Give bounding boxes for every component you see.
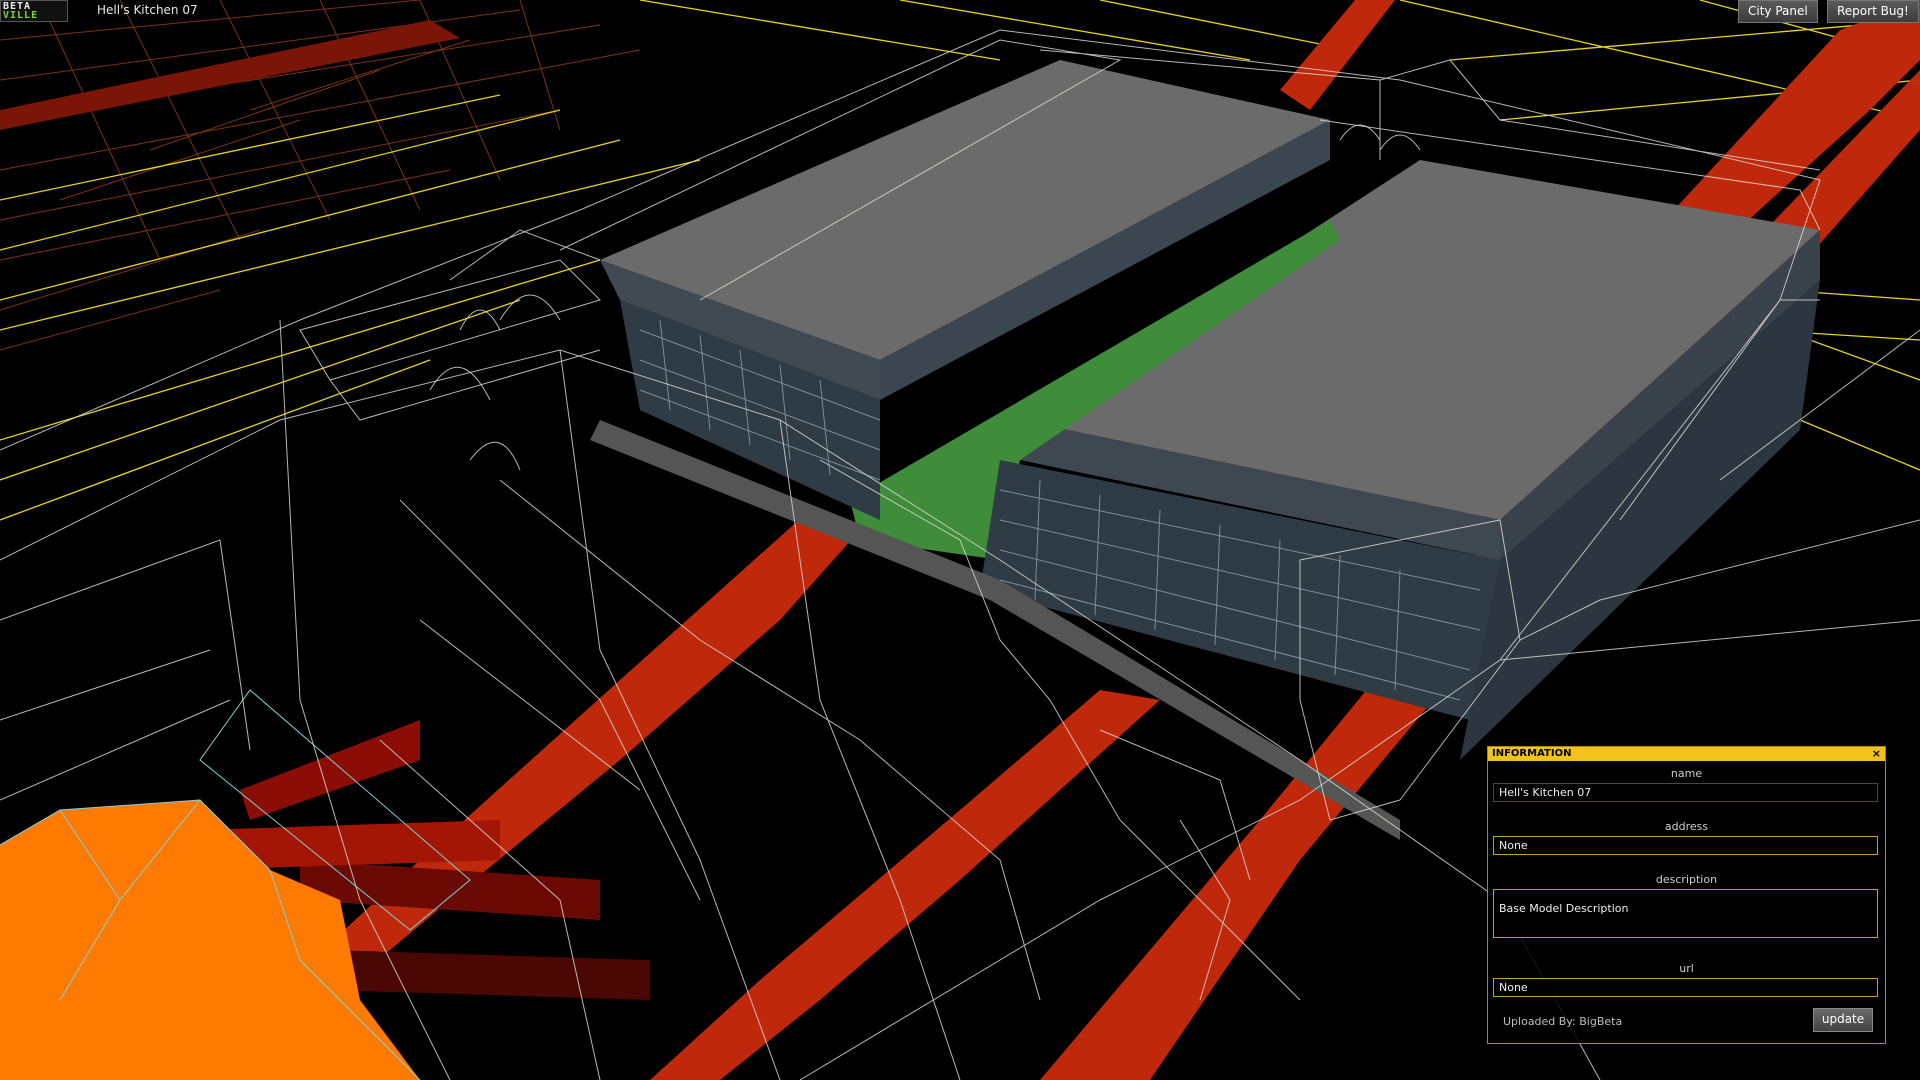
information-title: INFORMATION xyxy=(1492,748,1572,759)
top-bar: BETA VILLE Hell's Kitchen 07 City Panel … xyxy=(0,0,1920,23)
close-icon[interactable]: × xyxy=(1872,747,1881,761)
logo-line2: VILLE xyxy=(3,10,39,21)
name-field[interactable]: Hell's Kitchen 07 xyxy=(1493,783,1878,802)
address-field[interactable]: None xyxy=(1493,836,1878,855)
description-field[interactable]: Base Model Description xyxy=(1493,889,1878,938)
betaville-logo: BETA VILLE xyxy=(0,0,68,22)
information-panel: INFORMATION × name Hell's Kitchen 07 add… xyxy=(1487,746,1886,1044)
report-bug-button[interactable]: Report Bug! xyxy=(1827,0,1919,23)
description-label: description xyxy=(1655,873,1718,886)
window-title: Hell's Kitchen 07 xyxy=(97,3,198,17)
information-header: INFORMATION × xyxy=(1488,747,1885,761)
city-panel-button[interactable]: City Panel xyxy=(1738,0,1818,23)
update-button[interactable]: update xyxy=(1813,1008,1873,1032)
url-label: url xyxy=(1679,962,1694,975)
name-label: name xyxy=(1670,767,1703,780)
uploaded-by-text: Uploaded By: BigBeta xyxy=(1503,1015,1623,1028)
address-label: address xyxy=(1664,820,1709,833)
url-field[interactable]: None xyxy=(1493,978,1878,997)
